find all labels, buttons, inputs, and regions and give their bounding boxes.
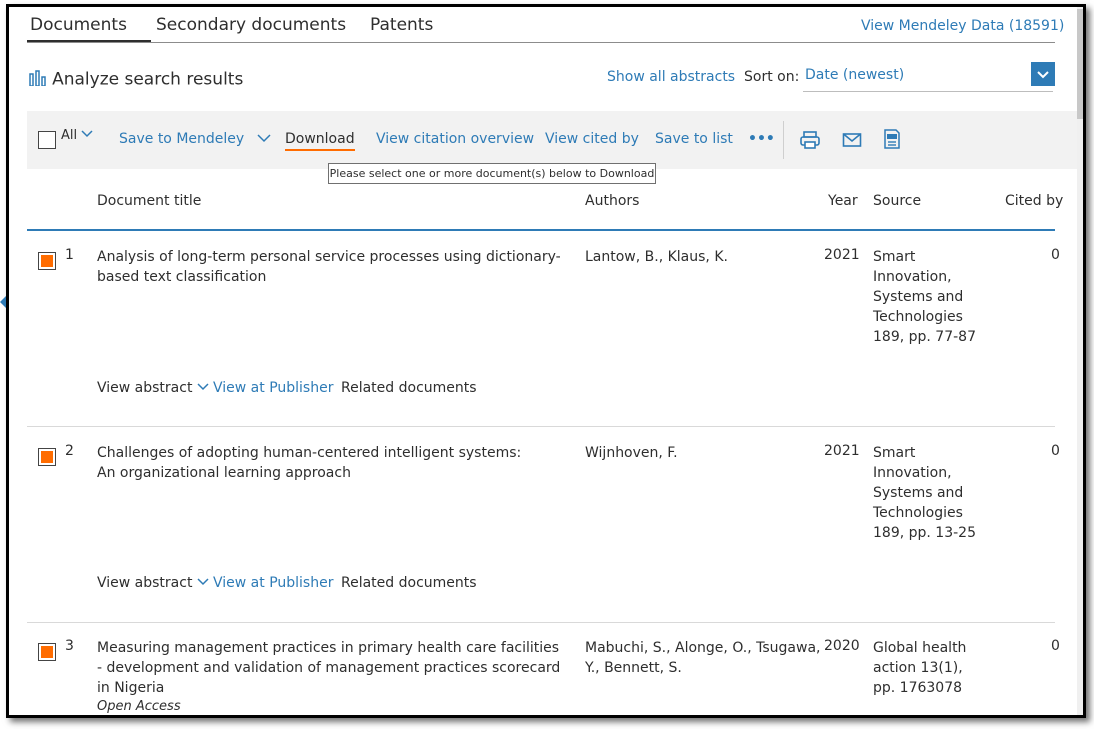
row-checkbox[interactable]: [38, 252, 56, 270]
view-citation-overview-button[interactable]: View citation overview: [376, 131, 534, 147]
year-value: 2021: [824, 443, 860, 459]
save-to-mendeley-label: Save to Mendeley: [119, 131, 245, 147]
sort-label: Sort on:: [744, 69, 800, 85]
row-number: 2: [65, 443, 74, 459]
scrollbar-thumb[interactable]: [1077, 9, 1083, 119]
authors-link[interactable]: Lantow, B., Klaus, K.: [585, 247, 815, 267]
open-access-label: Open Access: [97, 699, 181, 714]
view-at-publisher-link[interactable]: View at Publisher: [213, 380, 333, 396]
view-abstract-label: View abstract: [97, 575, 193, 591]
chevron-down-icon: [81, 128, 93, 143]
row-divider: [27, 426, 1055, 427]
row-checkbox[interactable]: [38, 448, 56, 466]
document-title-link[interactable]: Measuring management practices in primar…: [97, 638, 567, 698]
row-number: 3: [65, 638, 74, 654]
sort-select-underline: [803, 91, 1053, 92]
analyze-search-results-button[interactable]: Analyze search results: [29, 69, 243, 90]
download-tooltip: Please select one or more document(s) be…: [328, 163, 656, 184]
show-all-abstracts-link[interactable]: Show all abstracts: [607, 69, 735, 85]
analyze-label: Analyze search results: [52, 69, 244, 90]
cited-by-count[interactable]: 0: [1051, 247, 1060, 263]
chevron-down-icon: [1037, 71, 1049, 79]
column-header-year[interactable]: Year: [828, 193, 858, 209]
document-title-link[interactable]: Challenges of adopting human-centered in…: [97, 443, 537, 483]
select-all-dropdown[interactable]: All: [61, 128, 93, 143]
save-to-mendeley-button[interactable]: Save to Mendeley: [119, 131, 271, 147]
tab-patents[interactable]: Patents: [370, 15, 433, 35]
view-abstract-button[interactable]: View abstract: [97, 575, 209, 591]
row-divider: [27, 622, 1055, 623]
cited-by-count[interactable]: 0: [1051, 638, 1060, 654]
collapse-arrow-icon[interactable]: [0, 296, 6, 308]
sort-dropdown-button[interactable]: [1031, 62, 1055, 86]
view-cited-by-button[interactable]: View cited by: [545, 131, 639, 147]
sort-select-value[interactable]: Date (newest): [805, 67, 904, 83]
view-at-publisher-link[interactable]: View at Publisher: [213, 575, 333, 591]
authors-link[interactable]: Mabuchi, S., Alonge, O., Tsugawa, Y., Be…: [585, 638, 821, 678]
header-divider: [27, 229, 1055, 231]
tab-secondary-documents[interactable]: Secondary documents: [156, 15, 346, 35]
toolbar-divider: [783, 121, 784, 159]
chevron-down-icon: [197, 575, 209, 591]
column-header-source[interactable]: Source: [873, 193, 921, 209]
download-button[interactable]: Download: [285, 131, 355, 151]
bar-chart-icon: [29, 69, 47, 90]
year-value: 2020: [824, 638, 860, 654]
more-options-button[interactable]: •••: [748, 131, 775, 147]
related-documents-link[interactable]: Related documents: [341, 575, 477, 591]
view-abstract-button[interactable]: View abstract: [97, 380, 209, 396]
column-header-authors[interactable]: Authors: [585, 193, 639, 209]
print-icon[interactable]: [799, 130, 821, 154]
tab-documents[interactable]: Documents: [30, 15, 127, 35]
source-link[interactable]: Smart Innovation, Systems and Technologi…: [873, 247, 988, 347]
view-mendeley-data-link[interactable]: View Mendeley Data (18591): [861, 18, 1064, 34]
related-documents-link[interactable]: Related documents: [341, 380, 477, 396]
column-header-title[interactable]: Document title: [97, 193, 201, 209]
search-results-panel: Documents Secondary documents Patents Vi…: [6, 4, 1086, 718]
row-checkbox[interactable]: [38, 643, 56, 661]
chevron-down-icon: [197, 380, 209, 396]
column-header-cited-by[interactable]: Cited by: [1005, 193, 1063, 209]
source-link[interactable]: Smart Innovation, Systems and Technologi…: [873, 443, 988, 543]
row-number: 1: [65, 247, 74, 263]
cited-by-count[interactable]: 0: [1051, 443, 1060, 459]
view-abstract-label: View abstract: [97, 380, 193, 396]
document-title-link[interactable]: Analysis of long-term personal service p…: [97, 247, 575, 287]
pdf-icon[interactable]: [883, 129, 901, 153]
tabs-divider: [27, 42, 1055, 43]
select-all-checkbox[interactable]: [38, 131, 56, 149]
email-icon[interactable]: [842, 131, 862, 153]
save-to-list-button[interactable]: Save to list: [655, 131, 733, 147]
chevron-down-icon: [257, 131, 271, 147]
source-link[interactable]: Global health action 13(1), pp. 1763078: [873, 638, 988, 698]
authors-link[interactable]: Wijnhoven, F.: [585, 443, 815, 463]
year-value: 2021: [824, 247, 860, 263]
select-all-label: All: [61, 128, 78, 143]
